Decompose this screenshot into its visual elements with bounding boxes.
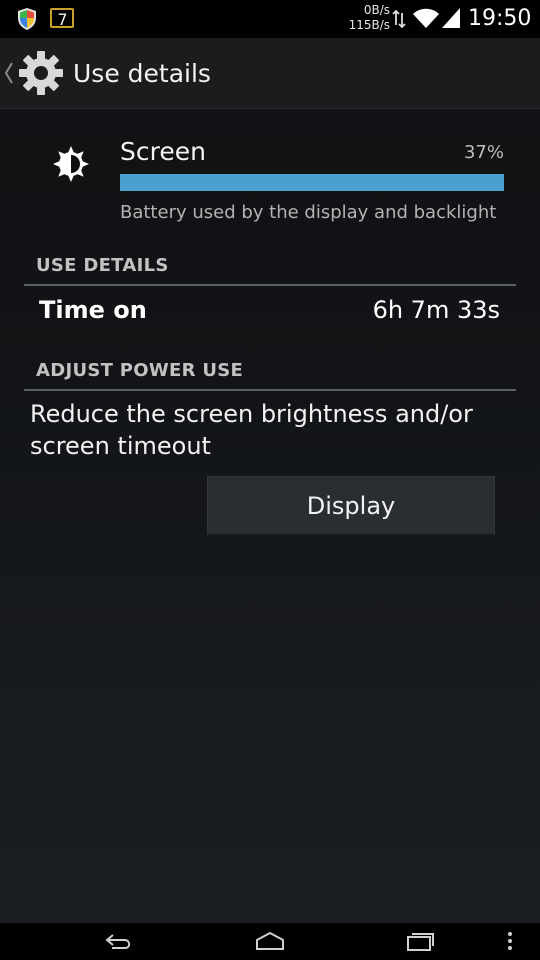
navigation-bar — [0, 923, 540, 960]
time-on-row: Time on 6h 7m 33s — [24, 288, 516, 338]
display-button[interactable]: Display — [207, 476, 495, 536]
adjust-power-header: ADJUST POWER USE — [24, 355, 516, 391]
status-bar: 7 0B/s 115B/s 19:50 — [0, 0, 540, 38]
adjust-power-header-label: ADJUST POWER USE — [36, 360, 244, 381]
page-title: Use details — [73, 59, 211, 88]
notification-badge: 7 — [50, 8, 74, 29]
shield-icon — [18, 8, 36, 30]
time-on-label: Time on — [39, 296, 147, 324]
nav-menu-icon[interactable] — [506, 930, 514, 952]
nav-back-icon[interactable] — [104, 931, 134, 951]
usage-progress-fill — [120, 174, 504, 191]
back-chevron-icon[interactable] — [4, 61, 14, 85]
use-details-header: USE DETAILS — [24, 250, 516, 286]
rate-down-text: 115B/s — [348, 18, 390, 32]
rate-up-text: 0B/s — [363, 3, 390, 17]
cell-signal-icon — [442, 8, 460, 28]
data-arrows-icon — [392, 9, 406, 29]
usage-description: Battery used by the display and backligh… — [120, 202, 497, 223]
nav-home-icon[interactable] — [255, 931, 285, 951]
wifi-icon — [413, 8, 439, 28]
data-rate: 0B/s 115B/s — [340, 3, 390, 33]
nav-recents-icon[interactable] — [405, 930, 435, 952]
usage-item-title: Screen — [120, 137, 206, 166]
usage-percent: 37% — [463, 142, 504, 163]
use-details-header-label: USE DETAILS — [36, 255, 169, 276]
adjust-power-text: Reduce the screen brightness and/or scre… — [30, 400, 473, 460]
usage-progress-bar — [120, 174, 504, 191]
time-on-value: 6h 7m 33s — [372, 296, 500, 324]
action-bar: Use details — [0, 38, 540, 109]
settings-gear-icon[interactable] — [18, 50, 64, 96]
status-clock: 19:50 — [468, 6, 532, 31]
brightness-icon — [53, 146, 89, 182]
